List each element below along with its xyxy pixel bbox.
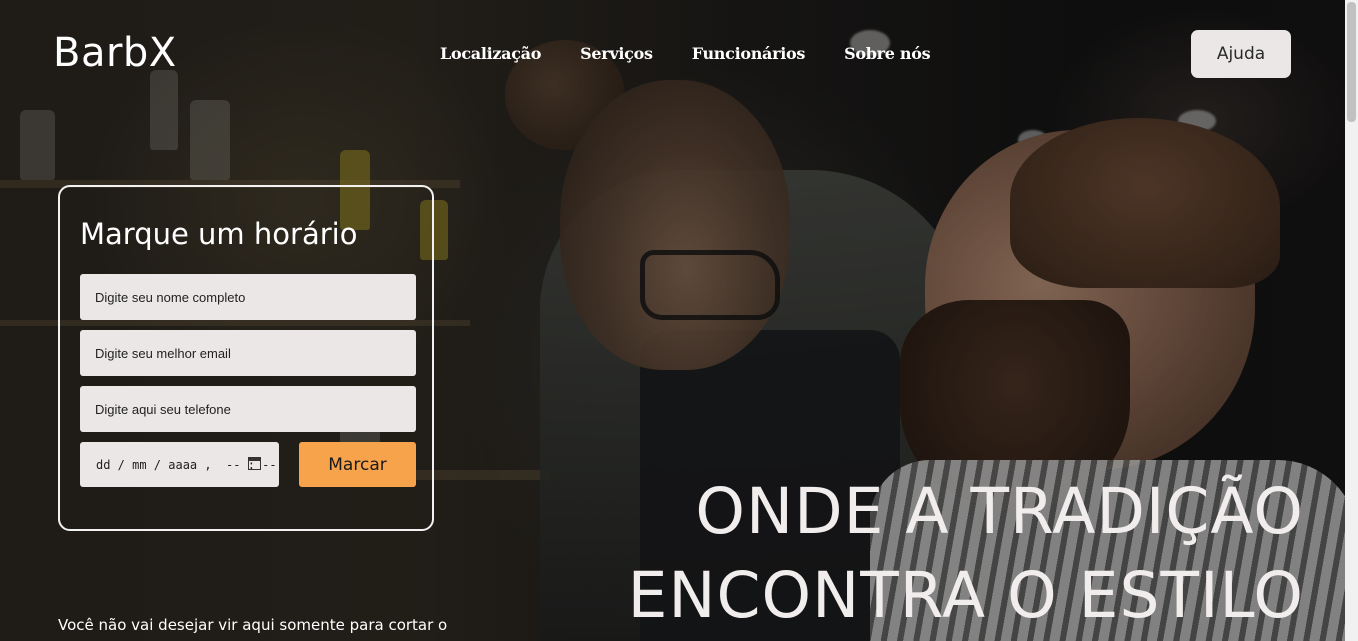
- booking-card: Marque um horário dd / mm / aaaa , -- : …: [58, 185, 434, 531]
- headline-line-1: ONDE A TRADIÇÃO: [695, 475, 1304, 548]
- calendar-icon[interactable]: [248, 457, 261, 470]
- nav-link-services[interactable]: Serviços: [580, 44, 653, 63]
- name-input[interactable]: [80, 274, 416, 320]
- help-button[interactable]: Ajuda: [1191, 30, 1291, 78]
- datetime-input[interactable]: dd / mm / aaaa , -- : --: [80, 442, 279, 487]
- email-input[interactable]: [80, 330, 416, 376]
- phone-input[interactable]: [80, 386, 416, 432]
- hero-headline: ONDE A TRADIÇÃO ENCONTRA O ESTILO: [628, 470, 1304, 638]
- book-button[interactable]: Marcar: [299, 442, 416, 487]
- scrollbar-thumb[interactable]: [1347, 2, 1356, 122]
- page-scrollbar[interactable]: [1345, 0, 1358, 641]
- hero-tagline: Você não vai desejar vir aqui somente pa…: [58, 616, 448, 634]
- nav-link-location[interactable]: Localização: [440, 44, 541, 63]
- booking-title: Marque um horário: [80, 217, 358, 251]
- logo[interactable]: BarbX: [53, 30, 177, 76]
- headline-line-2: ENCONTRA O ESTILO: [627, 559, 1304, 632]
- nav-link-about[interactable]: Sobre nós: [844, 44, 931, 63]
- nav-link-staff[interactable]: Funcionários: [692, 44, 806, 63]
- main-nav: Localização Serviços Funcionários Sobre …: [440, 44, 969, 63]
